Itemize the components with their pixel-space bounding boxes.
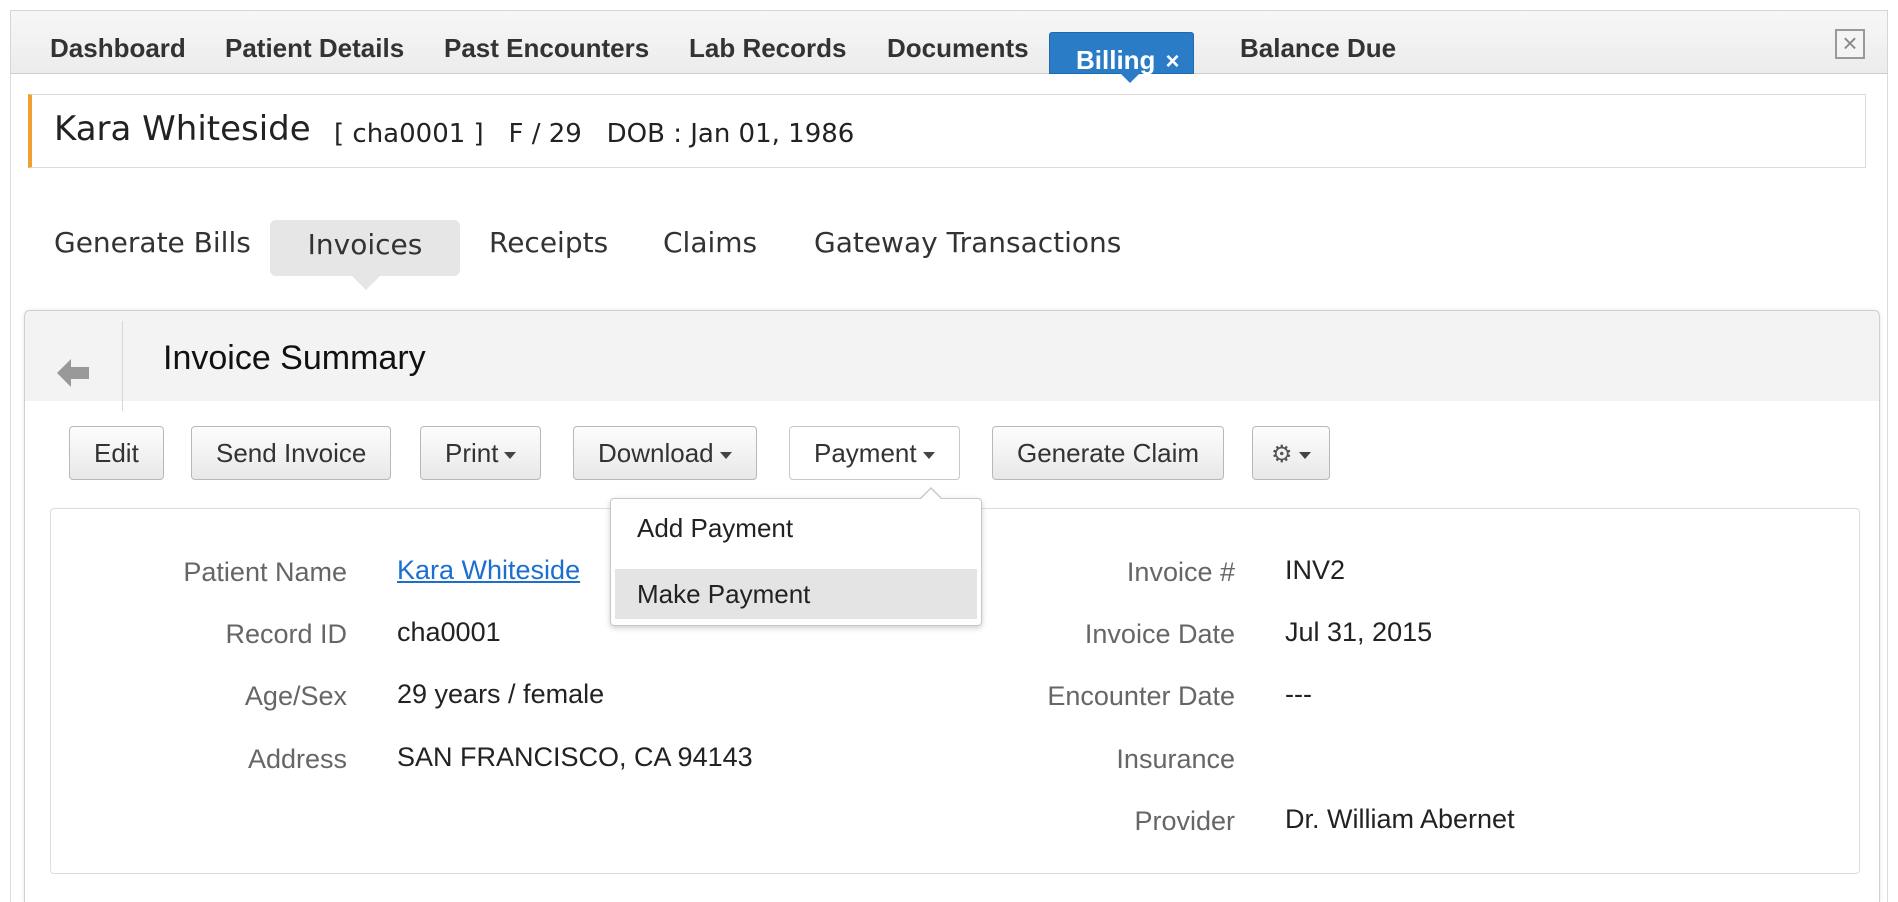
payment-dropdown-menu: Add Payment Make Payment <box>610 487 982 626</box>
detail-value: --- <box>1285 679 1312 709</box>
print-button-label: Print <box>445 438 499 468</box>
detail-label: Record ID <box>225 619 347 649</box>
detail-value: Dr. William Abernet <box>1285 804 1515 834</box>
tab-balance-due[interactable]: Balance Due <box>1240 33 1396 64</box>
detail-label: Encounter Date <box>1047 681 1235 711</box>
detail-value: SAN FRANCISCO, CA 94143 <box>397 742 753 772</box>
detail-label: Provider <box>1134 806 1235 836</box>
subtab-claims[interactable]: Claims <box>663 226 757 259</box>
send-invoice-button[interactable]: Send Invoice <box>191 426 392 480</box>
subtab-generate-bills[interactable]: Generate Bills <box>54 226 251 259</box>
window-close-icon[interactable]: × <box>1835 29 1865 59</box>
subtab-receipts[interactable]: Receipts <box>489 226 608 259</box>
dropdown-pointer-inner <box>921 489 941 499</box>
tab-lab-records[interactable]: Lab Records <box>689 33 847 64</box>
chevron-down-icon <box>922 451 935 459</box>
frame-left-border <box>10 74 11 902</box>
tab-dashboard[interactable]: Dashboard <box>50 33 186 64</box>
payment-button[interactable]: Payment <box>789 426 960 480</box>
tab-billing-close-icon[interactable]: × <box>1165 48 1179 75</box>
back-button[interactable] <box>25 321 123 411</box>
detail-label: Address <box>247 744 347 774</box>
detail-label: Invoice Date <box>1084 619 1235 649</box>
download-button-label: Download <box>598 438 714 468</box>
detail-value: INV2 <box>1285 555 1346 585</box>
patient-name-link[interactable]: Kara Whiteside <box>397 555 580 586</box>
back-arrow-icon-tail <box>69 367 89 379</box>
top-tab-bar: Dashboard Patient Details Past Encounter… <box>10 10 1888 83</box>
patient-meta: [ cha0001 ] F / 29 DOB : Jan 01, 1986 <box>334 119 855 149</box>
detail-value: Jul 31, 2015 <box>1285 617 1433 647</box>
menu-item-make-payment[interactable]: Make Payment <box>615 569 977 619</box>
edit-button[interactable]: Edit <box>69 426 164 480</box>
generate-claim-button[interactable]: Generate Claim <box>992 426 1225 480</box>
tab-patient-details[interactable]: Patient Details <box>225 33 404 64</box>
gear-icon: ⚙ <box>1271 441 1293 468</box>
subtab-gateway-transactions[interactable]: Gateway Transactions <box>814 226 1121 259</box>
tab-billing-label: Billing <box>1076 45 1156 75</box>
frame-right-border <box>1887 74 1888 902</box>
chevron-down-icon <box>719 451 732 459</box>
active-tab-pointer <box>1120 73 1140 83</box>
detail-label: Patient Name <box>183 557 347 587</box>
tab-past-encounters[interactable]: Past Encounters <box>444 33 649 64</box>
subtab-invoices[interactable]: Invoices <box>270 220 460 290</box>
payment-button-label: Payment <box>814 438 917 468</box>
chevron-down-icon <box>1298 451 1311 459</box>
chevron-down-icon <box>504 451 517 459</box>
detail-label: Insurance <box>1116 744 1235 774</box>
download-button[interactable]: Download <box>573 426 757 480</box>
detail-value: cha0001 <box>397 617 501 647</box>
panel-header: Invoice Summary <box>25 311 1879 411</box>
tab-documents[interactable]: Documents <box>887 33 1029 64</box>
panel-title: Invoice Summary <box>163 339 426 377</box>
tab-billing[interactable]: Billing × <box>1049 32 1195 83</box>
subtab-invoices-label: Invoices <box>307 228 423 261</box>
detail-label: Invoice # <box>1126 557 1235 587</box>
patient-name-heading: Kara Whiteside <box>54 109 311 149</box>
print-button[interactable]: Print <box>420 426 542 480</box>
menu-item-add-payment[interactable]: Add Payment <box>615 503 977 553</box>
active-subtab-pointer <box>352 276 380 290</box>
detail-value: 29 years / female <box>397 679 605 709</box>
settings-button[interactable]: ⚙ <box>1252 426 1330 480</box>
patient-header: Kara Whiteside [ cha0001 ] F / 29 DOB : … <box>28 94 1866 168</box>
detail-label: Age/Sex <box>244 681 347 711</box>
